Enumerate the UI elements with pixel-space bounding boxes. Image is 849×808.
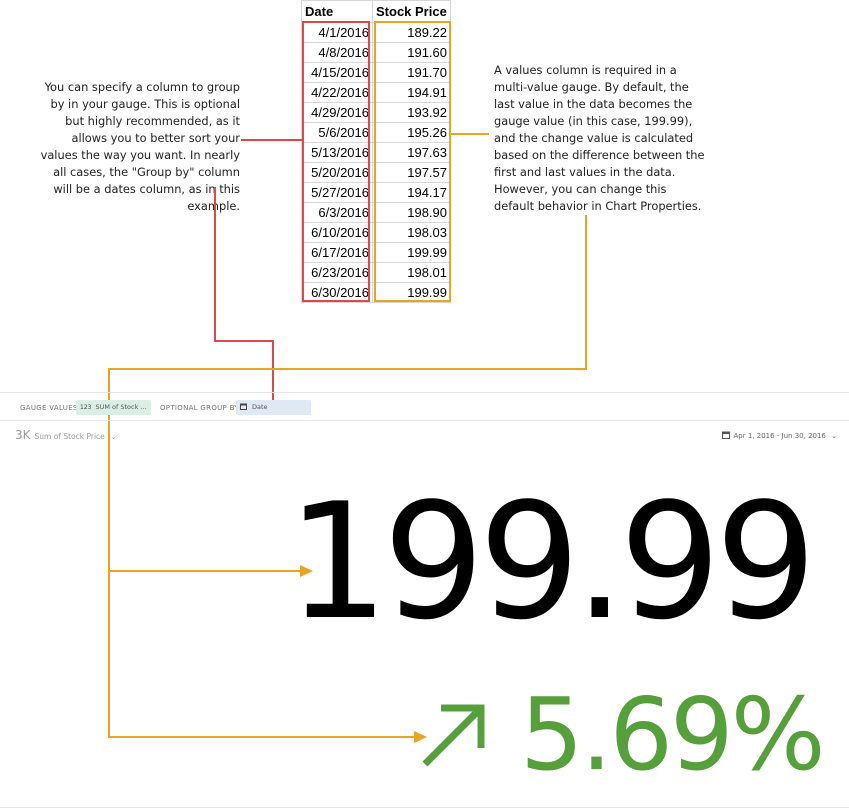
metric-selector[interactable]: 3K Sum of Stock Price ⌄: [15, 428, 116, 442]
gauge-values-chip-label: SUM of Stock ...: [95, 403, 147, 411]
gauge-values-label: GAUGE VALUES: [20, 404, 78, 412]
red-connector-top: [241, 139, 302, 141]
chevron-down-icon: ⌄: [831, 432, 837, 440]
group-by-label: OPTIONAL GROUP BY: [160, 404, 239, 412]
column-header-stock-price: Stock Price: [372, 0, 451, 23]
group-by-chip[interactable]: Date: [236, 400, 311, 415]
orange-connector-right-vertical: [585, 215, 587, 370]
date-column-highlight: [302, 21, 370, 302]
chevron-down-icon: ⌄: [110, 433, 117, 441]
column-header-date: Date: [301, 0, 373, 23]
toolbar-divider: [0, 420, 849, 421]
change-value: 5.69%: [520, 676, 826, 793]
gauge-value: 199.99: [287, 468, 817, 655]
price-column-highlight: [374, 21, 451, 302]
table-header-row: Date Stock Price: [301, 0, 451, 23]
date-range-filter[interactable]: Apr 1, 2016 - Jun 30, 2016 ⌄: [721, 431, 837, 440]
metric-title-label: Sum of Stock Price: [34, 432, 105, 441]
calendar-icon: [240, 403, 247, 410]
arrow-up-right-icon: [422, 704, 485, 767]
calendar-icon: [721, 431, 730, 439]
numeric-icon: 123: [80, 404, 92, 411]
group-by-annotation: You can specify a column to group by in …: [40, 80, 240, 213]
values-annotation: A values column is required in a multi-v…: [494, 63, 705, 213]
orange-connector-horizontal: [108, 368, 587, 370]
metric-title-value: 3K: [15, 428, 31, 442]
group-by-chip-label: Date: [252, 403, 268, 411]
gauge-values-chip[interactable]: 123 SUM of Stock ...: [76, 400, 151, 415]
red-connector-to-chip: [272, 340, 274, 400]
red-connector-left-vertical: [214, 187, 216, 341]
orange-connector-top: [451, 133, 489, 135]
date-range-label: Apr 1, 2016 - Jun 30, 2016: [733, 432, 826, 440]
red-connector-bottom: [214, 340, 274, 342]
